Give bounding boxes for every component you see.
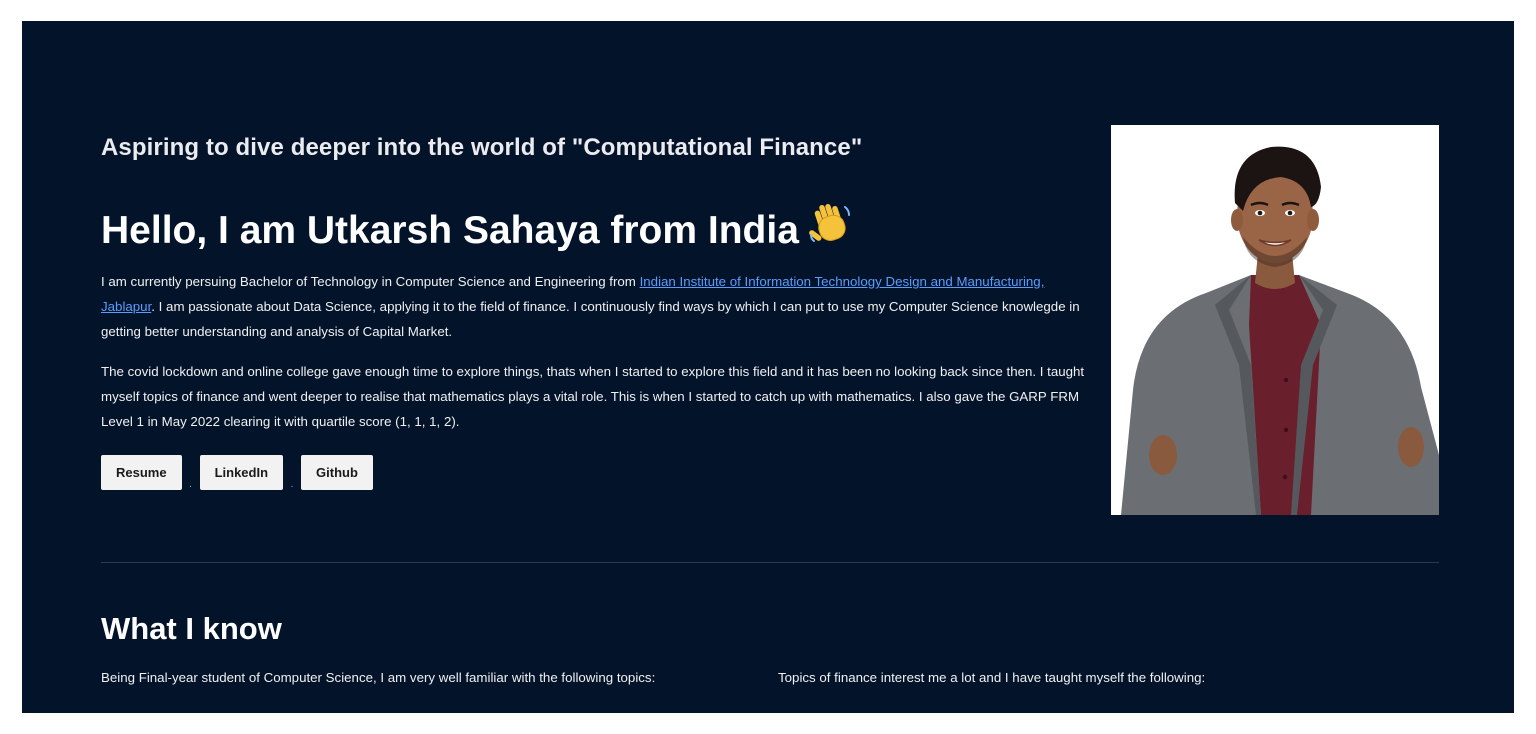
separator: . [189,478,193,490]
waving-hand-icon [809,201,853,257]
profile-photo [1111,125,1439,515]
section-title: What I know [101,611,282,646]
headline-text: Hello, I am Utkarsh Sahaya from India [101,209,799,252]
github-button[interactable]: Github [301,455,373,490]
section-divider [101,562,1439,563]
intro-text-start: I am currently persuing Bachelor of Tech… [101,274,640,289]
page-title: Hello, I am Utkarsh Sahaya from India [101,201,853,257]
tagline: Aspiring to dive deeper into the world o… [101,134,863,161]
story-paragraph: The covid lockdown and online college ga… [101,364,1085,429]
intro-text-end: . I am passionate about Data Science, ap… [101,299,1080,339]
separator: . [290,478,294,490]
resume-button[interactable]: Resume [101,455,182,490]
link-buttons: Resume . LinkedIn . Github [101,455,373,490]
intro-paragraph: I am currently persuing Bachelor of Tech… [101,269,1101,344]
portfolio-page: Aspiring to dive deeper into the world o… [22,21,1514,713]
linkedin-button[interactable]: LinkedIn [199,455,284,490]
cs-topics-intro: Being Final-year student of Computer Sci… [101,670,656,685]
finance-topics-intro: Topics of finance interest me a lot and … [778,670,1206,685]
